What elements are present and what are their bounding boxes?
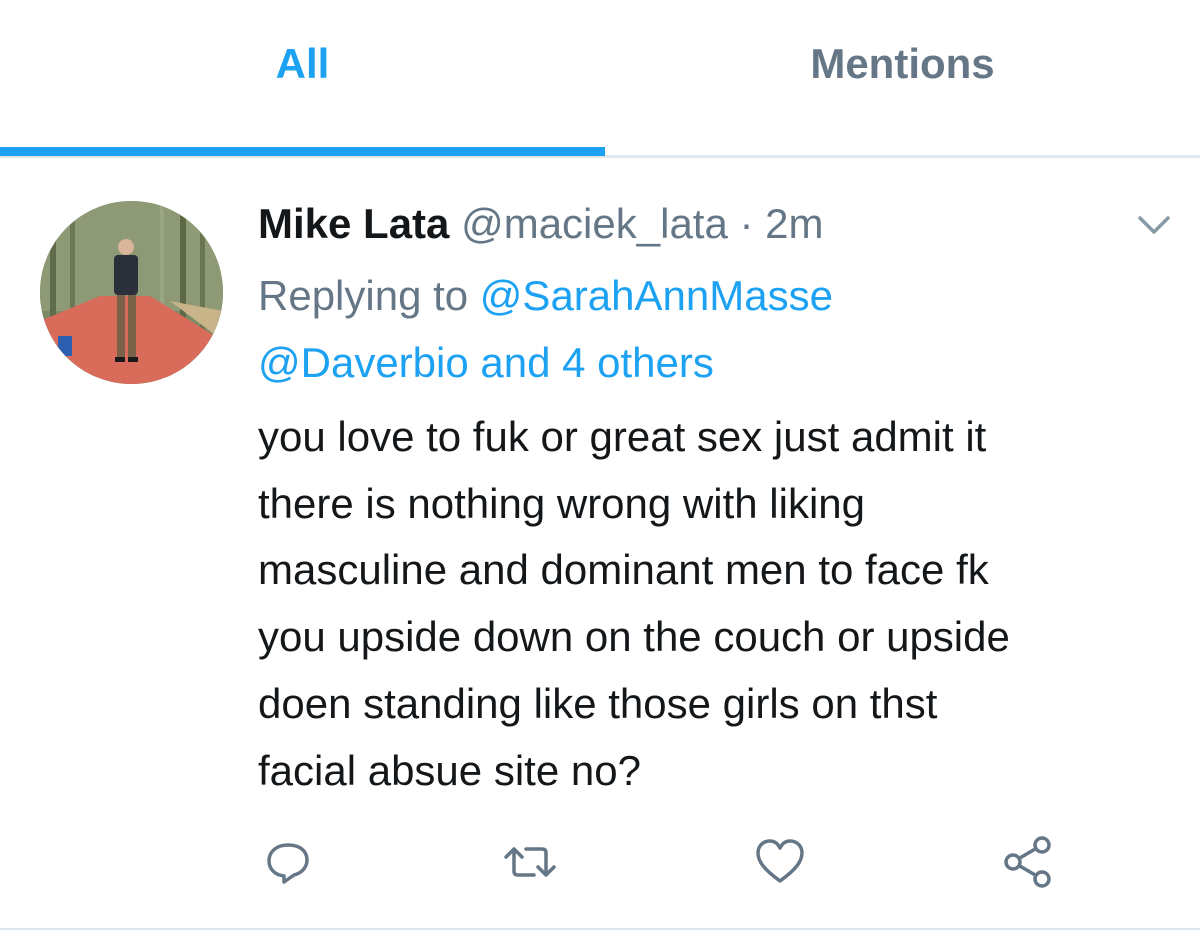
heart-icon (756, 839, 804, 883)
reply-mention-sarahannmasse[interactable]: @SarahAnnMasse (480, 272, 833, 319)
display-name[interactable]: Mike Lata (258, 200, 449, 247)
reply-button[interactable] (258, 832, 318, 892)
tweet-divider (0, 928, 1200, 930)
tab-bar: All Mentions (0, 0, 1200, 158)
avatar[interactable] (40, 201, 223, 384)
share-button[interactable] (998, 832, 1058, 892)
tweet-menu-button[interactable] (1136, 213, 1172, 237)
retweet-icon (504, 847, 556, 877)
replying-to-line: Replying to @SarahAnnMasse (258, 265, 833, 327)
avatar-photo (40, 201, 223, 384)
replying-to-others: @Daverbio and 4 others (258, 332, 714, 394)
tweet-text: you love to fuk or great sex just admit … (258, 413, 1010, 794)
tab-all[interactable]: All (0, 0, 605, 155)
tab-mentions[interactable]: Mentions (605, 0, 1200, 155)
retweet-button[interactable] (500, 832, 560, 892)
replying-to-label: Replying to (258, 272, 469, 319)
user-handle[interactable]: @maciek_lata (461, 200, 728, 247)
like-button[interactable] (750, 832, 810, 892)
reply-icon (267, 843, 309, 884)
reply-mention-others[interactable]: @Daverbio and 4 others (258, 339, 714, 386)
chevron-down-icon (1138, 216, 1170, 234)
header-separator: · (739, 200, 754, 247)
tweet-timestamp[interactable]: 2m (765, 200, 823, 247)
share-icon (1004, 836, 1051, 888)
active-tab-indicator (0, 147, 605, 156)
tweet-header: Mike Lata @maciek_lata · 2m (258, 193, 824, 255)
